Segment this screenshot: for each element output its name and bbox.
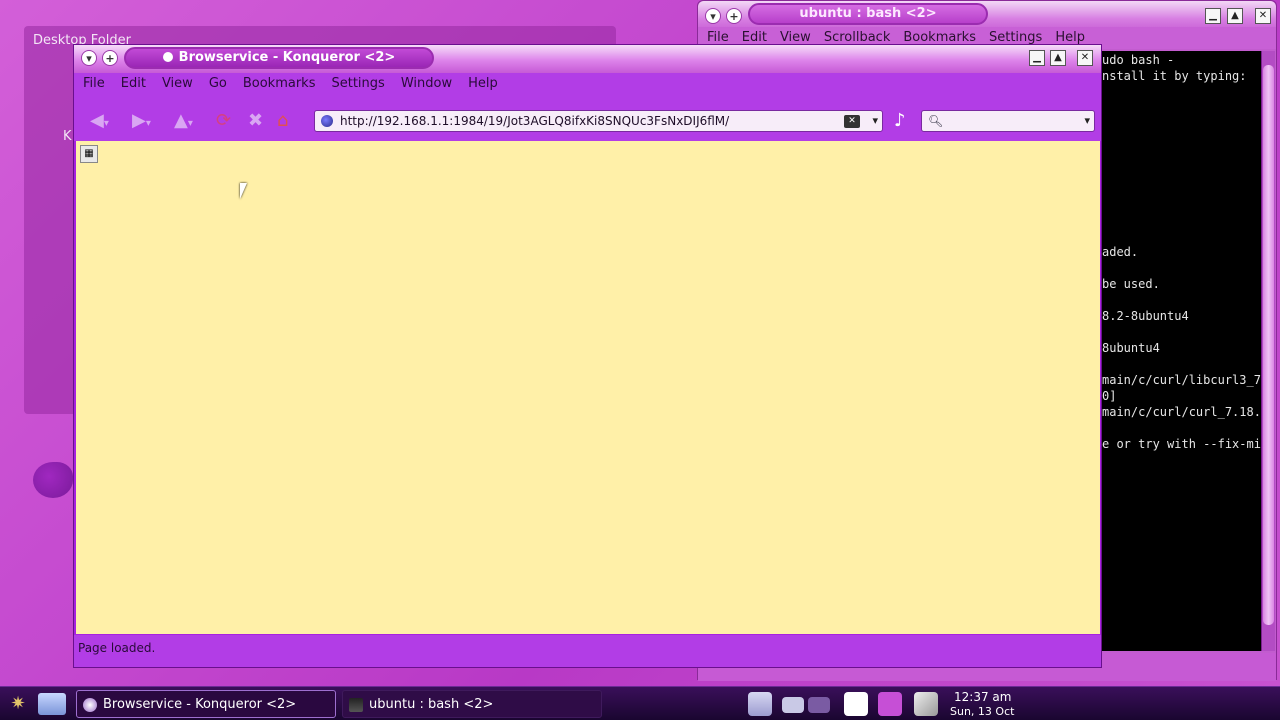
sticky-pin-icon[interactable]: + bbox=[726, 8, 742, 24]
tool-icon[interactable] bbox=[914, 692, 938, 716]
terminal-line: 8ubuntu4 bbox=[1102, 341, 1160, 355]
menu-bookmarks[interactable]: Bookmarks bbox=[243, 73, 316, 97]
chevron-down-icon[interactable]: ▾ bbox=[872, 114, 878, 127]
desktop-partial-label: K bbox=[63, 129, 72, 144]
terminal-line: aded. bbox=[1102, 245, 1139, 259]
clipboard-icon[interactable] bbox=[844, 692, 868, 716]
stop-button[interactable]: ✖ bbox=[248, 111, 263, 131]
globe-icon bbox=[321, 115, 333, 127]
back-button[interactable]: ◀▾ bbox=[90, 111, 109, 131]
sticky-pin-icon[interactable]: + bbox=[102, 50, 118, 66]
folder-icon[interactable] bbox=[38, 693, 66, 715]
chevron-down-icon[interactable]: ▾ bbox=[1084, 114, 1090, 127]
terminal-line: be used. bbox=[1102, 277, 1160, 291]
status-bar: Page loaded. bbox=[74, 635, 1101, 667]
browser-menubar: File Edit View Go Bookmarks Settings Win… bbox=[74, 73, 1101, 97]
kmenu-icon[interactable]: ✷ bbox=[4, 693, 32, 715]
terminal-line: 8.2-8ubuntu4 bbox=[1102, 309, 1189, 323]
browser-toolbar: ◀▾ ▶▾ ▲▾ ⟳ ✖ ⌂ http://192.168.1.1:1984/1… bbox=[74, 97, 1101, 141]
browser-title: Browservice - Konqueror <2> bbox=[124, 47, 434, 69]
terminal-line: udo bash - bbox=[1102, 53, 1175, 67]
maximize-icon[interactable]: ▲ bbox=[1227, 8, 1243, 24]
mouse-cursor-icon bbox=[240, 183, 247, 199]
desktop-pager-1[interactable] bbox=[782, 697, 804, 713]
menu-file[interactable]: File bbox=[83, 73, 105, 97]
menu-view[interactable]: View bbox=[162, 73, 193, 97]
task-button-browser[interactable]: Browservice - Konqueror <2> bbox=[76, 690, 336, 718]
taskbar: ✷ Browservice - Konqueror <2> ubuntu : b… bbox=[0, 686, 1280, 720]
url-text[interactable]: http://192.168.1.1:1984/19/Jot3AGLQ8ifxK… bbox=[340, 114, 729, 128]
arrow-up-icon: ▲ bbox=[174, 110, 188, 131]
terminal-line: main/c/curl/libcurl3_7. bbox=[1102, 373, 1269, 387]
up-button[interactable]: ▲▾ bbox=[174, 111, 193, 131]
reload-button[interactable]: ⟳ bbox=[216, 111, 231, 131]
go-icon: ♪ bbox=[894, 110, 906, 131]
window-menu-icon[interactable]: ▾ bbox=[81, 50, 97, 66]
minimize-icon[interactable]: ▁ bbox=[1205, 8, 1221, 24]
arrow-right-icon: ▶ bbox=[132, 110, 146, 131]
page-content[interactable]: ▦ bbox=[76, 141, 1100, 634]
browser-title-text: Browservice - Konqueror <2> bbox=[178, 50, 396, 65]
status-text: Page loaded. bbox=[78, 641, 156, 655]
menu-help[interactable]: Help bbox=[468, 73, 498, 97]
desktop-icon[interactable] bbox=[33, 462, 73, 498]
terminal-line: nstall it by typing: bbox=[1102, 69, 1247, 83]
scrollbar-thumb[interactable] bbox=[1263, 65, 1274, 625]
sidebar-toggle-icon[interactable]: ▦ bbox=[80, 145, 98, 163]
task-button-terminal[interactable]: ubuntu : bash <2> bbox=[342, 690, 602, 718]
stop-icon: ✖ bbox=[248, 110, 264, 131]
close-icon[interactable]: ✕ bbox=[1077, 50, 1093, 66]
clock-date[interactable]: Sun, 13 Oct bbox=[950, 705, 1014, 718]
package-icon[interactable] bbox=[878, 692, 902, 716]
arrow-left-icon: ◀ bbox=[90, 110, 104, 131]
clock-time[interactable]: 12:37 am bbox=[954, 690, 1011, 704]
terminal-icon bbox=[349, 698, 363, 712]
clear-url-icon[interactable]: ✕ bbox=[844, 115, 860, 128]
browser-titlebar[interactable]: ▾ + Browservice - Konqueror <2> ▁ ▲ ✕ bbox=[74, 45, 1101, 73]
reload-icon: ⟳ bbox=[216, 110, 232, 131]
window-menu-icon[interactable]: ▾ bbox=[705, 8, 721, 24]
url-field[interactable]: http://192.168.1.1:1984/19/Jot3AGLQ8ifxK… bbox=[314, 110, 883, 132]
terminal-line: 0] bbox=[1102, 389, 1117, 403]
konqueror-icon bbox=[83, 698, 97, 712]
terminal-output[interactable]: udo bash - nstall it by typing: aded. be… bbox=[1098, 51, 1268, 651]
task-label: Browservice - Konqueror <2> bbox=[103, 697, 297, 712]
forward-button[interactable]: ▶▾ bbox=[132, 111, 151, 131]
terminal-title: ubuntu : bash <2> bbox=[748, 3, 988, 25]
terminal-line: e or try with --fix-mis bbox=[1102, 437, 1269, 451]
close-icon[interactable]: ✕ bbox=[1255, 8, 1271, 24]
maximize-icon[interactable]: ▲ bbox=[1050, 50, 1066, 66]
konqueror-app-icon bbox=[162, 52, 173, 62]
terminal-scrollbar[interactable] bbox=[1261, 51, 1275, 651]
search-icon: 🔍︎ bbox=[928, 114, 944, 128]
minimize-icon[interactable]: ▁ bbox=[1029, 50, 1045, 66]
home-icon: ⌂ bbox=[277, 110, 289, 131]
menu-edit[interactable]: Edit bbox=[121, 73, 146, 97]
desktop-pager-2[interactable] bbox=[808, 697, 830, 713]
menu-go[interactable]: Go bbox=[209, 73, 227, 97]
terminal-line: main/c/curl/curl_7.18.2 bbox=[1102, 405, 1269, 419]
menu-window[interactable]: Window bbox=[401, 73, 452, 97]
home-button[interactable]: ⌂ bbox=[277, 111, 288, 131]
network-icon[interactable] bbox=[748, 692, 772, 716]
task-label: ubuntu : bash <2> bbox=[369, 697, 494, 712]
menu-settings[interactable]: Settings bbox=[331, 73, 384, 97]
go-button[interactable]: ♪ bbox=[894, 111, 906, 131]
search-input[interactable]: 🔍︎ ▾ bbox=[921, 110, 1095, 132]
browser-window[interactable]: ▾ + Browservice - Konqueror <2> ▁ ▲ ✕ Fi… bbox=[73, 44, 1102, 668]
